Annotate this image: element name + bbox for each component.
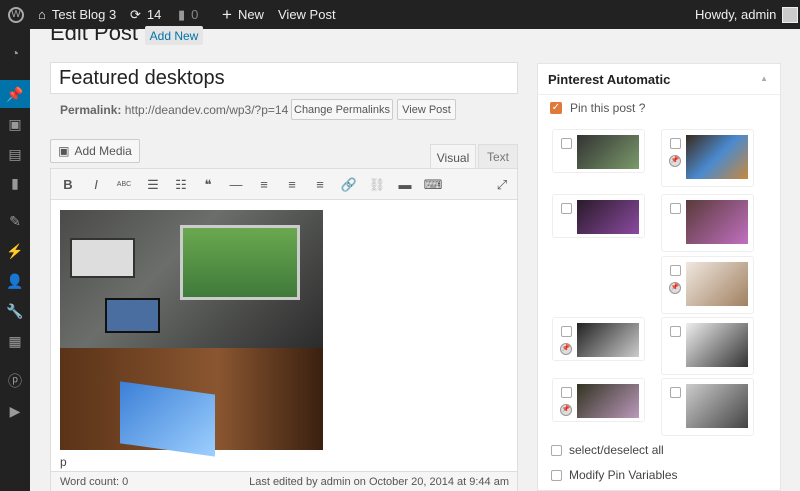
page-title: Edit Post [50, 20, 139, 45]
numbered-list-icon[interactable]: ☷ [171, 169, 191, 200]
tools-icon[interactable]: 🔧 [0, 297, 30, 325]
bold-icon[interactable]: B [58, 169, 78, 200]
view-post-link[interactable]: View Post [278, 0, 336, 29]
blockquote-icon[interactable]: ❝ [198, 169, 218, 200]
tab-visual[interactable]: Visual [430, 144, 476, 170]
editor-toolbar: B I ABC ☰ ☷ ❝ — ≡ ≡ ≡ 🔗 ⛓ ▬ ⌨ [51, 169, 517, 200]
box-title: Pinterest Automatic [548, 72, 671, 87]
select-all-checkbox[interactable] [551, 445, 562, 456]
comments-icon[interactable]: ▮ [0, 169, 30, 197]
permalink-url[interactable]: http://deandev.com/wp3/?p=14 [125, 103, 289, 117]
appearance-icon[interactable]: ✎ [0, 207, 30, 235]
plugins-icon[interactable]: ⚡ [0, 237, 30, 265]
thumbnail-checkbox[interactable] [670, 326, 681, 337]
editor-path: p [60, 455, 67, 469]
thumbnail-image [686, 135, 748, 179]
play-icon[interactable]: ▶ [0, 397, 30, 425]
comments-link[interactable]: ▮ 0 [178, 0, 198, 29]
admin-sidebar: ◔ 📌 ▣ ▤ ▮ ✎ ⚡ 👤 🔧 ▦ ⓟ ▶ [0, 29, 30, 491]
add-new-button[interactable]: Add New [145, 26, 203, 45]
toolbar-toggle-icon[interactable]: ⌨ [423, 169, 443, 200]
pin-thumbnail[interactable] [552, 129, 645, 173]
word-count: Word count: 0 [60, 476, 129, 488]
italic-icon[interactable]: I [86, 169, 106, 200]
permalink: Permalink: http://deandev.com/wp3/?p=14 [60, 103, 289, 117]
pin-thumbnail[interactable]: 📌 [552, 317, 645, 361]
thumbnail-checkbox[interactable] [670, 265, 681, 276]
collapse-arrow-icon[interactable]: ▲ [760, 74, 768, 83]
link-icon[interactable]: 🔗 [339, 169, 359, 200]
users-icon[interactable]: 👤 [0, 267, 30, 295]
unlink-icon[interactable]: ⛓ [367, 169, 387, 200]
thumbnail-checkbox[interactable] [561, 326, 572, 337]
account-menu[interactable]: Howdy, admin [695, 0, 799, 29]
thumbnail-checkbox[interactable] [561, 203, 572, 214]
align-right-icon[interactable]: ≡ [310, 169, 330, 200]
thumbnail-checkbox[interactable] [561, 138, 572, 149]
thumbnail-image [686, 262, 748, 306]
wordpress-logo-icon[interactable]: W [8, 0, 24, 29]
new-link[interactable]: + New [222, 0, 264, 29]
thumbnail-image [686, 323, 748, 367]
thumbnail-checkbox[interactable] [561, 387, 572, 398]
thumbnail-checkbox[interactable] [670, 203, 681, 214]
editor-status-bar: Word count: 0 Last edited by admin on Oc… [51, 471, 517, 491]
thumbnail-image [577, 323, 639, 357]
settings-icon[interactable]: ▦ [0, 327, 30, 355]
dashboard-icon[interactable]: ◔ [0, 39, 30, 67]
modify-pin-variables-checkbox[interactable] [551, 470, 562, 481]
media-icon[interactable]: ▣ [0, 110, 30, 138]
thumbnail-checkbox[interactable] [670, 387, 681, 398]
comment-icon: ▮ [178, 7, 186, 22]
change-permalinks-button[interactable]: Change Permalinks [291, 99, 393, 120]
pin-thumbnail[interactable]: 📌 [661, 256, 754, 314]
horizontal-rule-icon[interactable]: — [226, 169, 246, 200]
post-image-desktop-1[interactable] [60, 210, 323, 348]
thumbnail-image [686, 200, 748, 244]
plus-icon: + [222, 5, 232, 24]
strikethrough-icon[interactable]: ABC [114, 169, 134, 200]
pin-thumbnail[interactable]: 📌 [552, 378, 645, 422]
pin-thumbnail[interactable]: 📌 [661, 129, 754, 187]
pin-icon: 📌 [669, 155, 681, 167]
thumbnail-image [686, 384, 748, 428]
thumbnail-image [577, 384, 639, 418]
last-edited: Last edited by admin on October 20, 2014… [249, 476, 509, 488]
thumbnail-image [577, 135, 639, 169]
tab-text[interactable]: Text [478, 144, 518, 169]
thumbnail-checkbox[interactable] [670, 138, 681, 149]
align-left-icon[interactable]: ≡ [254, 169, 274, 200]
read-more-icon[interactable]: ▬ [395, 169, 415, 200]
pin-icon: 📌 [560, 404, 572, 416]
pin-this-post-checkbox[interactable]: ✓ [550, 102, 562, 114]
pin-thumbnail[interactable] [661, 317, 754, 375]
add-media-button[interactable]: ▣ Add Media [50, 139, 140, 163]
align-center-icon[interactable]: ≡ [282, 169, 302, 200]
home-icon: ⌂ [38, 7, 46, 22]
post-title-input[interactable]: Featured desktops [50, 62, 518, 94]
avatar [782, 6, 799, 23]
pin-thumbnail[interactable] [661, 194, 754, 252]
pinterest-icon[interactable]: ⓟ [0, 367, 30, 395]
posts-icon[interactable]: 📌 [0, 80, 30, 108]
view-post-button[interactable]: View Post [397, 99, 456, 120]
bullet-list-icon[interactable]: ☰ [143, 169, 163, 200]
pin-icon: 📌 [560, 343, 572, 355]
media-icon: ▣ [58, 144, 70, 158]
thumbnail-image [577, 200, 639, 234]
fullscreen-icon[interactable]: ⤢ [492, 169, 512, 200]
pin-thumbnail[interactable] [552, 194, 645, 238]
post-image-desktop-2[interactable] [60, 348, 323, 457]
pages-icon[interactable]: ▤ [0, 140, 30, 168]
pin-icon: 📌 [669, 282, 681, 294]
pin-thumbnail[interactable] [661, 378, 754, 436]
pinterest-automatic-box: Pinterest Automatic ▲ ✓ Pin this post ? … [537, 63, 781, 491]
